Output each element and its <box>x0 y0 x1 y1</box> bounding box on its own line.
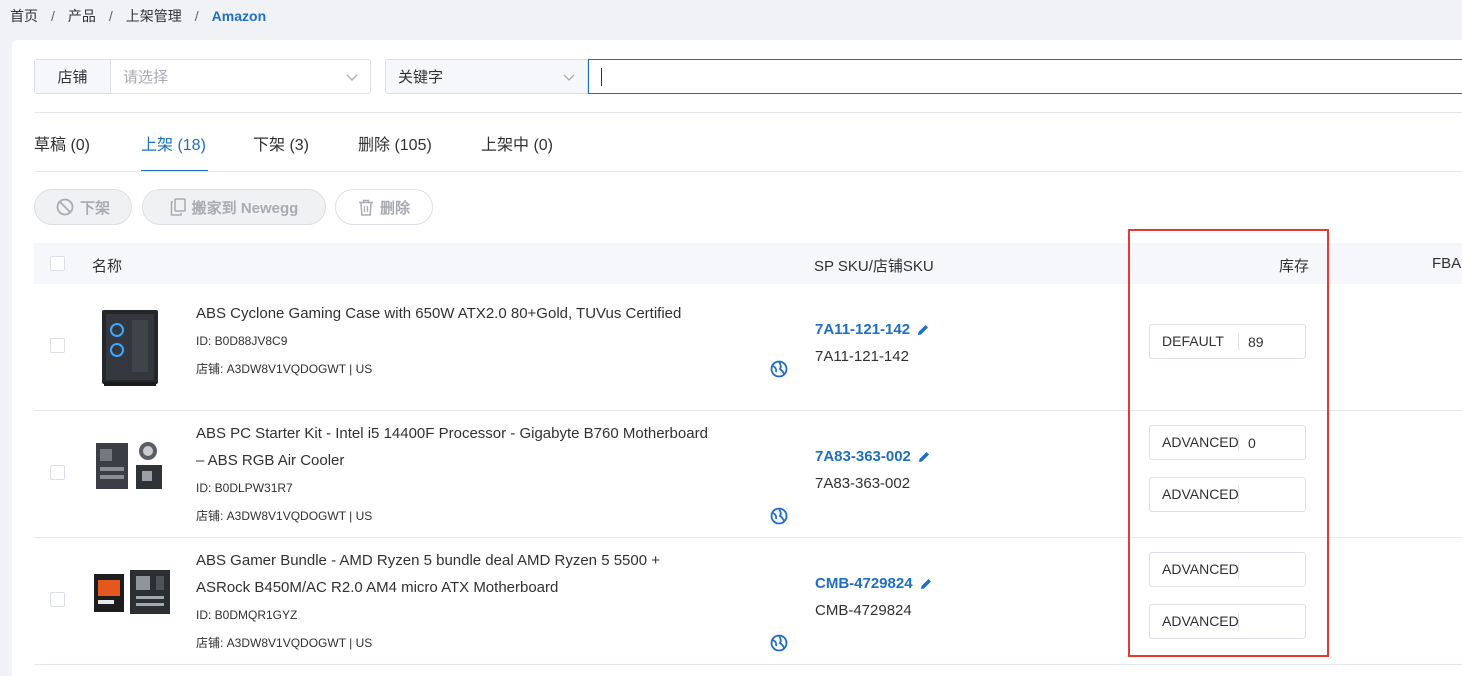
product-thumbnail <box>102 310 158 386</box>
product-name[interactable]: ABS Gamer Bundle - AMD Ryzen 5 bundle de… <box>196 547 796 574</box>
globe-icon[interactable] <box>770 507 788 525</box>
store-filter-label: 店铺 <box>35 60 111 93</box>
sp-sku-link[interactable]: 7A11-121-142 <box>815 321 930 338</box>
delist-button-label: 下架 <box>79 199 110 217</box>
divider <box>34 112 1462 113</box>
store-sku: 7A11-121-142 <box>815 348 909 365</box>
product-name-line-2[interactable]: ASRock B450M/AC R2.0 AM4 micro ATX Mothe… <box>196 574 796 601</box>
breadcrumb-separator: / <box>108 8 113 24</box>
product-store: 店铺: A3DW8V1VQDOGWT | US <box>196 362 373 376</box>
trash-icon <box>358 199 373 216</box>
tabs-divider <box>34 171 1462 172</box>
breadcrumb-current: Amazon <box>211 8 267 24</box>
sp-sku-value: 7A11-121-142 <box>815 321 911 338</box>
product-store: 店铺: A3DW8V1VQDOGWT | US <box>196 509 373 523</box>
store-select-placeholder: 请选择 <box>123 69 169 86</box>
store-sku: 7A83-363-002 <box>815 475 911 492</box>
pencil-icon[interactable] <box>916 323 930 337</box>
product-name-line-2[interactable]: – ABS RGB Air Cooler <box>196 447 796 474</box>
row-checkbox[interactable] <box>50 592 65 607</box>
keyword-type-select[interactable]: 关键字 <box>385 59 588 94</box>
select-all-checkbox[interactable] <box>50 256 65 271</box>
sp-sku-link[interactable]: CMB-4729824 <box>815 575 933 592</box>
store-select[interactable]: 请选择 <box>111 60 370 93</box>
row-checkbox[interactable] <box>50 338 65 353</box>
globe-icon[interactable] <box>770 634 788 652</box>
product-thumbnail <box>96 442 162 489</box>
breadcrumb-separator: / <box>194 8 199 24</box>
keyword-type-value: 关键字 <box>398 69 444 86</box>
product-id: ID: B0DMQR1GYZ <box>196 608 298 622</box>
tab-deleted[interactable]: 删除 (105) <box>358 131 432 155</box>
sp-sku-value: 7A83-363-002 <box>815 448 911 465</box>
pencil-icon[interactable] <box>917 450 931 464</box>
row-checkbox[interactable] <box>50 465 65 480</box>
store-filter: 店铺 请选择 <box>34 59 371 94</box>
delist-button[interactable]: 下架 <box>34 189 132 225</box>
product-thumbnail <box>94 570 170 614</box>
header-fba: FBA <box>1432 255 1462 272</box>
store-sku: CMB-4729824 <box>815 602 912 619</box>
text-caret <box>601 68 602 86</box>
tab-delisted[interactable]: 下架 (3) <box>253 131 309 155</box>
chevron-down-icon <box>563 74 575 81</box>
stock-column-highlight <box>1128 229 1329 657</box>
header-name: 名称 <box>92 258 123 275</box>
breadcrumb-home[interactable]: 首页 <box>10 6 38 26</box>
breadcrumb: 首页 / 产品 / 上架管理 / Amazon <box>10 6 266 26</box>
product-name[interactable]: ABS PC Starter Kit - Intel i5 14400F Pro… <box>196 420 796 447</box>
breadcrumb-separator: / <box>51 8 55 24</box>
move-to-newegg-label: 搬家到 Newegg <box>191 199 299 217</box>
product-store: 店铺: A3DW8V1VQDOGWT | US <box>196 636 373 650</box>
chevron-down-icon <box>346 74 358 81</box>
tab-listing-in-progress[interactable]: 上架中 (0) <box>481 131 553 155</box>
delete-button-label: 删除 <box>379 199 410 217</box>
sp-sku-value: CMB-4729824 <box>815 575 913 592</box>
move-to-newegg-button[interactable]: 搬家到 Newegg <box>142 189 326 225</box>
pencil-icon[interactable] <box>919 577 933 591</box>
product-name[interactable]: ABS Cyclone Gaming Case with 650W ATX2.0… <box>196 300 796 327</box>
delete-button[interactable]: 删除 <box>335 189 433 225</box>
product-id: ID: B0DLPW31R7 <box>196 481 293 495</box>
ban-icon <box>56 198 74 216</box>
breadcrumb-listing[interactable]: 上架管理 <box>126 6 182 26</box>
keyword-search-input[interactable] <box>588 59 1462 94</box>
globe-icon[interactable] <box>770 360 788 378</box>
breadcrumb-products[interactable]: 产品 <box>68 6 96 26</box>
header-sku: SP SKU/店铺SKU <box>814 258 934 275</box>
copy-icon <box>170 198 186 216</box>
tab-listed[interactable]: 上架 (18) <box>141 131 206 155</box>
product-id: ID: B0D88JV8C9 <box>196 334 288 348</box>
sp-sku-link[interactable]: 7A83-363-002 <box>815 448 931 465</box>
tab-draft[interactable]: 草稿 (0) <box>34 131 90 155</box>
